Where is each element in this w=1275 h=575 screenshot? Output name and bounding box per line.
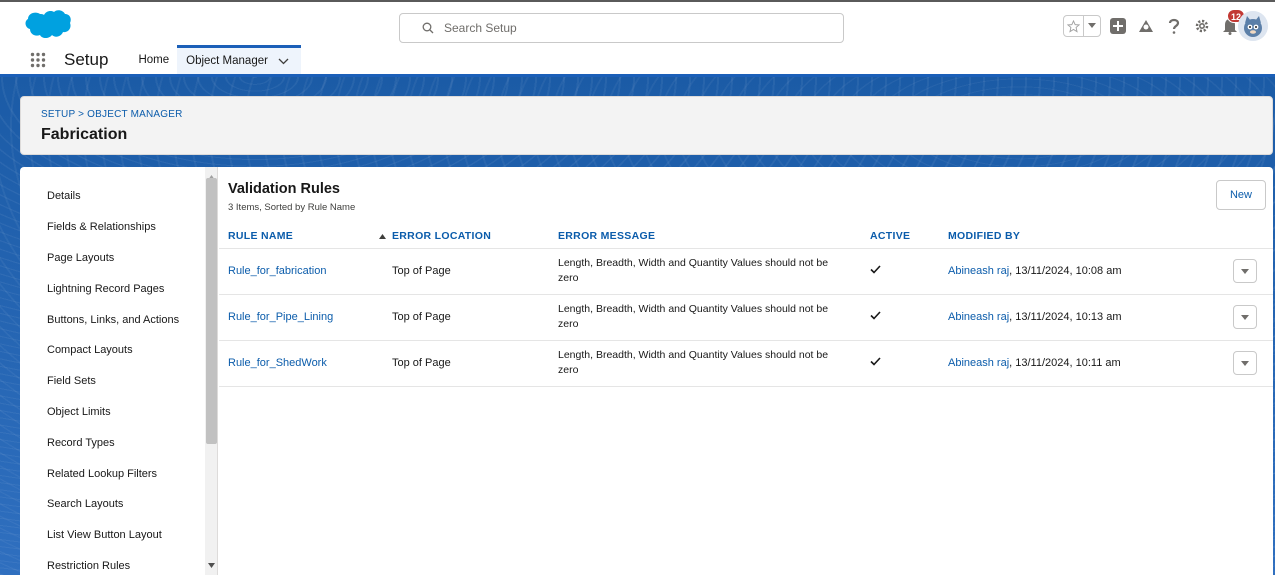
error-message-cell: Length, Breadth, Width and Quantity Valu… [558, 349, 829, 376]
active-check-icon [870, 357, 881, 369]
sidebar-item-object-limits[interactable]: Object Limits [20, 397, 205, 428]
favorites-star-icon[interactable] [1064, 16, 1084, 36]
validation-rules-table: RULE NAME ERROR LOCATION ERROR MESSAGE A… [219, 224, 1273, 387]
active-check-icon [870, 265, 881, 277]
chevron-down-icon[interactable] [278, 58, 289, 65]
chevron-down-icon [1241, 311, 1249, 323]
error-location-cell: Top of Page [392, 294, 558, 341]
sidebar-item-list-view-button-layout[interactable]: List View Button Layout [20, 520, 205, 551]
sidebar-item-restriction-rules[interactable]: Restriction Rules [20, 551, 205, 575]
search-input[interactable] [444, 21, 804, 35]
tab-object-manager[interactable]: Object Manager [177, 45, 301, 74]
validation-rules-panel: Validation Rules 3 Items, Sorted by Rule… [219, 167, 1273, 575]
header-icons: 12 [1063, 9, 1245, 41]
row-actions-dropdown[interactable] [1233, 305, 1257, 329]
modified-by-link[interactable]: Abineash raj [948, 265, 1009, 277]
sidebar-item-page-layouts[interactable]: Page Layouts [20, 243, 205, 274]
error-message-cell: Length, Breadth, Width and Quantity Valu… [558, 257, 829, 284]
error-location-cell: Top of Page [392, 340, 558, 387]
sidebar-item-details[interactable]: Details [20, 181, 205, 212]
row-actions-dropdown[interactable] [1233, 351, 1257, 375]
sidebar-item-fields-relationships[interactable]: Fields & Relationships [20, 212, 205, 243]
search-box[interactable] [399, 13, 844, 43]
rule-name-link[interactable]: Rule_for_Pipe_Lining [228, 311, 333, 323]
sidebar-item-record-types[interactable]: Record Types [20, 427, 205, 458]
sidebar-scrollbar[interactable] [205, 167, 218, 575]
chevron-down-icon [1241, 357, 1249, 369]
app-launcher-icon[interactable] [30, 45, 56, 74]
sidebar-item-search-layouts[interactable]: Search Layouts [20, 489, 205, 520]
object-sidebar: Details Fields & Relationships Page Layo… [20, 167, 205, 575]
row-actions-dropdown[interactable] [1233, 259, 1257, 283]
column-header-actions [1233, 224, 1273, 249]
modified-date: , 13/11/2024, 10:08 am [1009, 265, 1122, 277]
table-header-row: RULE NAME ERROR LOCATION ERROR MESSAGE A… [219, 224, 1273, 249]
main-card: Details Fields & Relationships Page Layo… [20, 167, 1273, 575]
scrollbar-thumb[interactable] [206, 178, 217, 444]
tab-label: Home [138, 53, 170, 66]
table-row: Rule_for_ShedWork Top of Page Length, Br… [219, 340, 1273, 387]
scroll-down-arrow-icon[interactable] [208, 557, 215, 571]
user-avatar[interactable] [1238, 11, 1268, 41]
salesforce-logo-icon[interactable] [24, 9, 72, 44]
modified-by-link[interactable]: Abineash raj [948, 311, 1009, 323]
section-subtitle: 3 Items, Sorted by Rule Name [228, 202, 356, 213]
sort-ascending-icon[interactable] [379, 224, 392, 249]
sidebar-item-lightning-record-pages[interactable]: Lightning Record Pages [20, 273, 205, 304]
app-nav-bar: Setup Home Object Manager [0, 45, 1275, 77]
column-header-active[interactable]: ACTIVE [870, 224, 948, 249]
global-actions-icon[interactable] [1107, 15, 1129, 37]
modified-date: , 13/11/2024, 10:11 am [1009, 357, 1121, 369]
tab-home[interactable]: Home [130, 45, 177, 74]
sidebar-item-compact-layouts[interactable]: Compact Layouts [20, 335, 205, 366]
tab-label: Object Manager [186, 55, 268, 67]
error-location-cell: Top of Page [392, 248, 558, 295]
chevron-down-icon [1241, 265, 1249, 277]
rule-name-link[interactable]: Rule_for_fabrication [228, 265, 326, 277]
search-icon [422, 22, 434, 34]
help-icon[interactable] [1163, 15, 1185, 37]
settings-gear-icon[interactable] [1191, 15, 1213, 37]
page-header: SETUP > OBJECT MANAGER Fabrication [20, 96, 1273, 155]
column-header-error-location[interactable]: ERROR LOCATION [392, 224, 558, 249]
table-row: Rule_for_fabrication Top of Page Length,… [219, 248, 1273, 295]
page-title: Fabrication [41, 126, 128, 143]
modified-by-link[interactable]: Abineash raj [948, 357, 1009, 369]
error-message-cell: Length, Breadth, Width and Quantity Valu… [558, 303, 829, 330]
column-header-error-message[interactable]: ERROR MESSAGE [558, 224, 870, 249]
sidebar-item-buttons-links-actions[interactable]: Buttons, Links, and Actions [20, 304, 205, 335]
favorites-group [1063, 15, 1101, 37]
breadcrumb[interactable]: SETUP > OBJECT MANAGER [41, 109, 1252, 120]
column-header-modified-by[interactable]: MODIFIED BY [948, 224, 1233, 249]
favorites-dropdown-icon[interactable] [1084, 16, 1100, 36]
active-check-icon [870, 311, 881, 323]
app-name: Setup [64, 49, 109, 69]
rule-name-link[interactable]: Rule_for_ShedWork [228, 357, 327, 369]
column-header-rule-name[interactable]: RULE NAME [219, 224, 379, 249]
section-title: Validation Rules [228, 181, 340, 197]
table-row: Rule_for_Pipe_Lining Top of Page Length,… [219, 294, 1273, 341]
new-rule-button[interactable]: New [1216, 180, 1266, 210]
modified-date: , 13/11/2024, 10:13 am [1009, 311, 1122, 323]
sidebar-item-related-lookup-filters[interactable]: Related Lookup Filters [20, 458, 205, 489]
trailhead-guide-icon[interactable] [1135, 15, 1157, 37]
global-header: 12 [0, 0, 1275, 45]
sidebar-item-field-sets[interactable]: Field Sets [20, 366, 205, 397]
